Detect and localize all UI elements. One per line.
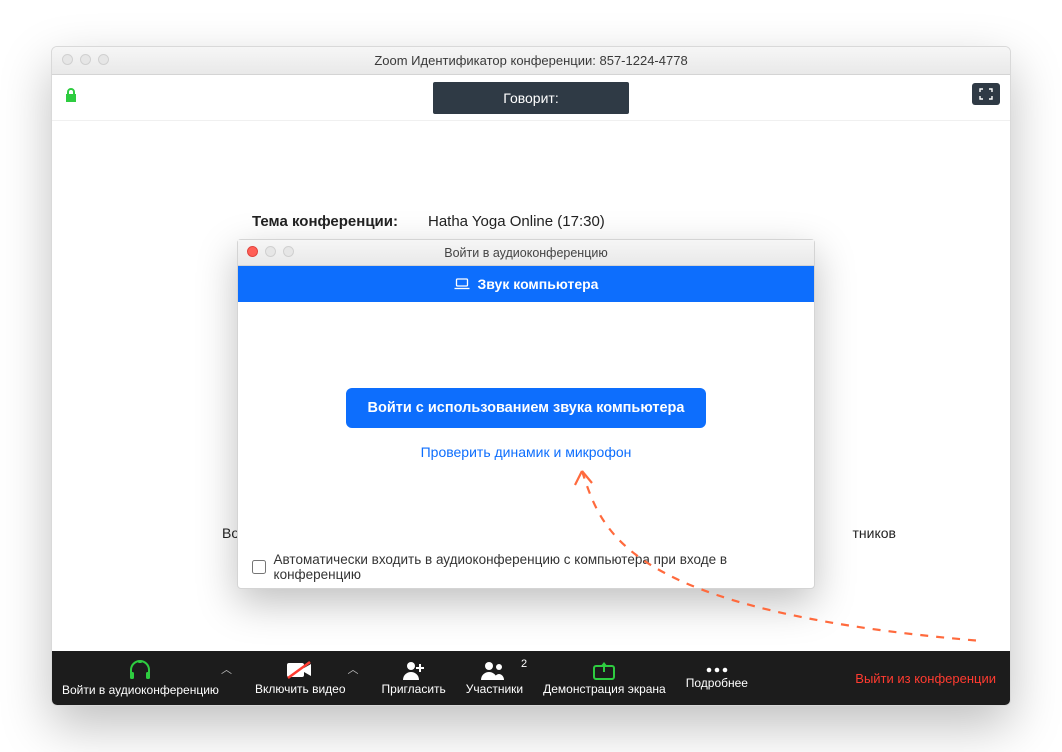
leave-meeting-button[interactable]: Выйти из конференции [841, 671, 1010, 686]
more-icon [704, 666, 730, 674]
modal-close[interactable] [247, 246, 258, 257]
lock-icon [64, 87, 78, 103]
toolbar-label: Войти в аудиоконференцию [62, 683, 219, 697]
occluded-text-right: тников [853, 525, 896, 541]
traffic-zoom[interactable] [98, 54, 109, 65]
participants-button[interactable]: Участники 2 [456, 651, 533, 705]
auto-join-audio-checkbox[interactable] [252, 560, 266, 574]
test-speaker-mic-link[interactable]: Проверить динамик и микрофон [421, 444, 632, 460]
window-titlebar: Zoom Идентификатор конференции: 857-1224… [52, 47, 1010, 75]
headphones-icon [127, 659, 153, 681]
traffic-close[interactable] [62, 54, 73, 65]
audio-modal-footer: Автоматически входить в аудиоконференцию… [238, 546, 814, 588]
join-with-computer-audio-button[interactable]: Войти с использованием звука компьютера [346, 388, 707, 428]
participants-icon [480, 660, 508, 680]
topic-label: Тема конференции: [252, 213, 398, 230]
audio-modal-title: Войти в аудиоконференцию [444, 246, 607, 260]
fullscreen-button[interactable] [972, 83, 1000, 105]
main-window: Zoom Идентификатор конференции: 857-1224… [51, 46, 1011, 706]
topic-value: Hatha Yoga Online (17:30) [428, 213, 605, 230]
participants-count: 2 [521, 658, 527, 670]
invite-button[interactable]: Пригласить [372, 651, 456, 705]
toolbar-label: Демонстрация экрана [543, 682, 666, 696]
video-off-icon [286, 660, 314, 680]
invite-icon [402, 660, 426, 680]
laptop-icon [454, 278, 470, 290]
window-title: Zoom Идентификатор конференции: 857-1224… [374, 53, 687, 68]
share-icon [592, 660, 616, 680]
audio-tab-label: Звук компьютера [478, 276, 599, 292]
traffic-minimize[interactable] [80, 54, 91, 65]
start-video-button[interactable]: Включить видео︿ [245, 651, 356, 705]
chevron-up-icon[interactable]: ︿ [348, 661, 359, 677]
top-bar: Говорит: [52, 75, 1010, 121]
toolbar-label: Участники [466, 682, 523, 696]
speaking-label: Говорит: [503, 90, 558, 106]
audio-modal: Войти в аудиоконференцию Звук компьютера… [237, 239, 815, 589]
window-traffic-lights[interactable] [62, 54, 109, 65]
audio-tab[interactable]: Звук компьютера [238, 266, 814, 302]
bottom-toolbar: Войти в аудиоконференцию︿Включить видео︿… [52, 651, 1010, 705]
audio-modal-traffic[interactable] [247, 246, 294, 257]
share-screen-button[interactable]: Демонстрация экрана [533, 651, 676, 705]
audio-modal-body: Войти с использованием звука компьютера … [238, 302, 814, 546]
toolbar-label: Подробнее [686, 676, 748, 690]
join-audio-button[interactable]: Войти в аудиоконференцию︿ [52, 651, 229, 705]
content-area: Тема конференции: Hatha Yoga Online (17:… [52, 121, 1010, 651]
toolbar-label: Пригласить [382, 682, 446, 696]
chevron-up-icon[interactable]: ︿ [221, 661, 232, 677]
more-button[interactable]: Подробнее [676, 651, 758, 705]
auto-join-audio-label: Автоматически входить в аудиоконференцию… [274, 552, 800, 582]
modal-zoom[interactable] [283, 246, 294, 257]
modal-minimize[interactable] [265, 246, 276, 257]
toolbar-label: Включить видео [255, 682, 346, 696]
audio-modal-titlebar: Войти в аудиоконференцию [238, 240, 814, 266]
meeting-topic-row: Тема конференции: Hatha Yoga Online (17:… [252, 213, 605, 230]
speaking-indicator: Говорит: [433, 82, 628, 114]
